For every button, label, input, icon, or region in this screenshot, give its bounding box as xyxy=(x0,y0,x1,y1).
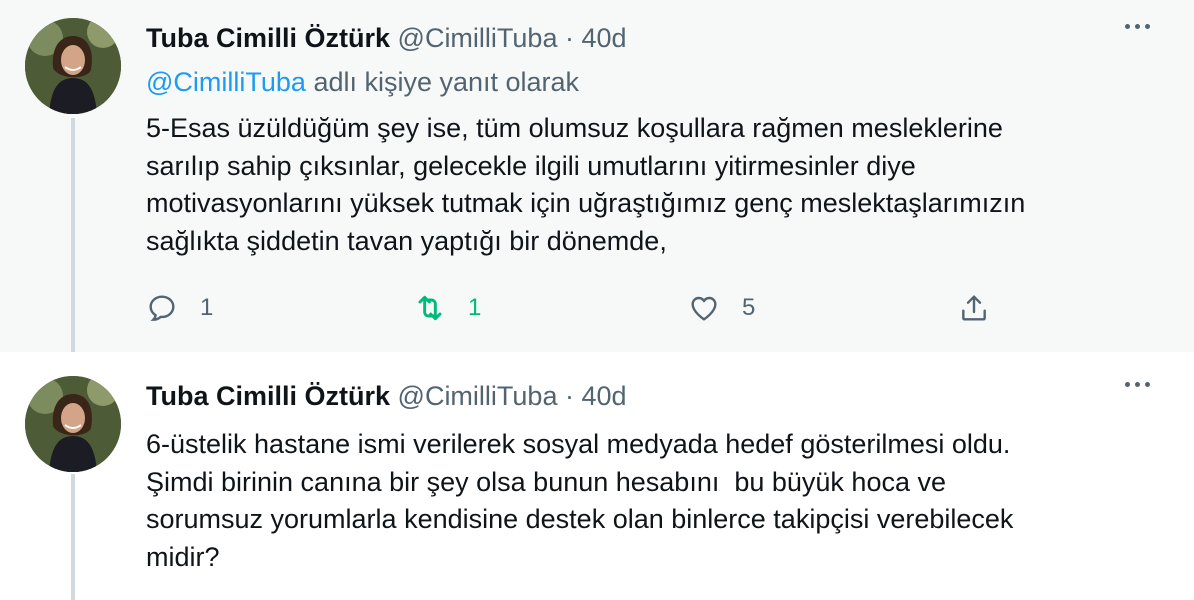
author-handle[interactable]: @CimilliTuba xyxy=(398,23,558,53)
tweet-text: 5-Esas üzüldüğüm şey ise, tüm olumsuz ko… xyxy=(146,113,1026,256)
reply-mention-link[interactable]: @CimilliTuba xyxy=(146,67,306,97)
retweet-count: 1 xyxy=(468,294,482,321)
separator-dot: · xyxy=(564,23,574,53)
author-name[interactable]: Tuba Cimilli Öztürk xyxy=(146,23,390,53)
author-handle[interactable]: @CimilliTuba xyxy=(398,381,558,411)
reply-icon xyxy=(149,295,175,321)
tweet[interactable]: Tuba Cimilli Öztürk @CimilliTuba · 40d 6… xyxy=(0,352,1194,600)
more-options-icon[interactable] xyxy=(1125,382,1150,387)
retweet-icon xyxy=(418,295,442,321)
author-name[interactable]: Tuba Cimilli Öztürk xyxy=(146,381,390,411)
reply-context: @CimilliTuba adlı kişiye yanıt olarak xyxy=(146,66,579,98)
avatar[interactable] xyxy=(25,376,121,472)
avatar-photo xyxy=(25,376,121,472)
avatar-photo xyxy=(25,18,121,114)
reply-context-text: adlı kişiye yanıt olarak xyxy=(305,67,580,97)
tweet-actions: 1 1 5 xyxy=(0,292,1194,332)
tweet[interactable]: Tuba Cimilli Öztürk @CimilliTuba · 40d @… xyxy=(0,0,1194,352)
tweet-header: Tuba Cimilli Öztürk @CimilliTuba · 40d xyxy=(146,22,627,54)
reply-count: 1 xyxy=(200,294,214,321)
like-count: 5 xyxy=(742,294,756,321)
like-button[interactable]: 5 xyxy=(688,292,755,324)
thread-connector-line xyxy=(71,474,75,600)
share-button[interactable] xyxy=(958,292,990,324)
tweet-header: Tuba Cimilli Öztürk @CimilliTuba · 40d xyxy=(146,380,627,412)
avatar[interactable] xyxy=(25,18,121,114)
timestamp[interactable]: 40d xyxy=(582,381,627,411)
more-options-icon[interactable] xyxy=(1125,24,1150,29)
heart-icon xyxy=(691,296,717,321)
separator-dot: · xyxy=(564,381,574,411)
share-icon xyxy=(962,295,986,321)
retweet-button[interactable]: 1 xyxy=(414,292,481,324)
reply-button[interactable]: 1 xyxy=(146,292,213,324)
timestamp[interactable]: 40d xyxy=(582,23,627,53)
tweet-text: 6-üstelik hastane ismi verilerek sosyal … xyxy=(146,429,1014,572)
